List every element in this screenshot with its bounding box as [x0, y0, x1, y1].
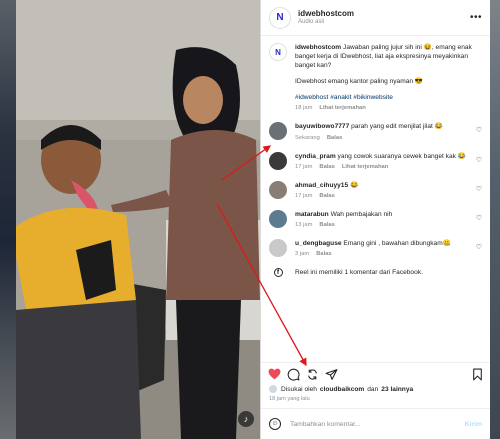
- reply-button[interactable]: Balas: [327, 135, 342, 141]
- reply-button[interactable]: Balas: [319, 164, 334, 170]
- like-comment-icon[interactable]: ♡: [476, 185, 482, 193]
- facebook-comments-note: f Reel ini memiliki 1 komentar dari Face…: [269, 267, 482, 277]
- emoji-icon[interactable]: ☺: [269, 418, 281, 430]
- facebook-icon: f: [273, 267, 283, 277]
- idwebhost-logo-icon: N: [276, 12, 284, 23]
- caption-hashtags[interactable]: #idwebhost #anakit #bikinwebsite: [295, 93, 482, 102]
- comment-body: ahmad_cihuyy15 😂 17 jam Balas: [295, 181, 482, 201]
- likes-joiner: dan: [367, 385, 379, 393]
- comment-meta: 17 jam Balas Lihat terjemahan: [295, 164, 482, 172]
- like-comment-icon[interactable]: ♡: [476, 214, 482, 222]
- comment-time[interactable]: 17 jam: [295, 164, 312, 170]
- add-comment-bar: ☺ Kirim: [261, 408, 490, 439]
- commenter-avatar[interactable]: [269, 151, 287, 170]
- comment-item: bayuwibowo7777 parah yang edit menjilat …: [269, 122, 482, 142]
- facebook-icon-wrap: f: [269, 267, 287, 277]
- comment-username[interactable]: u_dengbaguse: [295, 240, 342, 247]
- action-bar: [261, 362, 490, 384]
- comment-meta: Sekarang Balas: [295, 135, 482, 143]
- heart-icon[interactable]: [267, 367, 281, 381]
- caption-avatar[interactable]: N: [269, 43, 287, 61]
- share-icon[interactable]: [324, 367, 338, 381]
- idwebhost-logo-icon: N: [275, 47, 281, 57]
- video-frame: [16, 0, 260, 439]
- comment-body: matarabun Wah pembajakan nih 13 jam Balas: [295, 210, 482, 230]
- caption-username[interactable]: idwebhostcom: [295, 44, 341, 51]
- caption-body: idwebhostcom Jawaban paling jujur sih in…: [295, 43, 482, 113]
- audio-label[interactable]: Audio asli: [298, 19, 354, 26]
- comment-username[interactable]: cyndia_pram: [295, 153, 336, 160]
- likes-others-link[interactable]: 23 lainnya: [381, 386, 413, 393]
- reply-button[interactable]: Balas: [319, 193, 334, 199]
- comment-icon[interactable]: [286, 367, 300, 381]
- like-comment-icon[interactable]: ♡: [476, 156, 482, 164]
- comment-item: cyndia_pram yang cowok suaranya cewek ba…: [269, 151, 482, 172]
- repost-icon[interactable]: [305, 367, 319, 381]
- comment-time[interactable]: Sekarang: [295, 135, 320, 141]
- comment-text: 😂: [350, 181, 359, 189]
- caption: N idwebhostcom Jawaban paling jujur sih …: [269, 43, 482, 113]
- comment-text: parah yang edit menjilat jilat 😂: [351, 123, 443, 131]
- header-text: idwebhostcom Audio asli: [298, 9, 354, 25]
- more-options-button[interactable]: •••: [470, 12, 482, 23]
- comment-text: Wah pembajakan nih: [330, 210, 393, 218]
- comment-item: u_dengbaguse Emang gini , bawahan dibung…: [269, 238, 482, 259]
- comment-body: bayuwibowo7777 parah yang edit menjilat …: [295, 122, 482, 142]
- comment-body: cyndia_pram yang cowok suaranya cewek ba…: [295, 152, 482, 172]
- instagram-post-modal: ♪ N idwebhostcom Audio asli ••• N idwebh…: [0, 0, 500, 439]
- header-username[interactable]: idwebhostcom: [298, 9, 354, 18]
- account-avatar[interactable]: N: [269, 6, 291, 29]
- see-translation-link[interactable]: Lihat terjemahan: [342, 164, 388, 170]
- bookmark-icon[interactable]: [470, 367, 484, 381]
- comment-username[interactable]: ahmad_cihuyy15: [295, 182, 348, 189]
- comment-time[interactable]: 3 jam: [295, 251, 309, 257]
- comment-body: u_dengbaguse Emang gini , bawahan dibung…: [295, 239, 482, 259]
- post-header: N idwebhostcom Audio asli •••: [261, 0, 490, 36]
- comment-time[interactable]: 17 jam: [295, 193, 312, 199]
- comment-time[interactable]: 13 jam: [295, 222, 312, 228]
- reel-video[interactable]: ♪: [16, 0, 260, 439]
- reply-button[interactable]: Balas: [316, 251, 331, 257]
- comment-meta: 17 jam Balas: [295, 193, 482, 201]
- commenter-avatar[interactable]: [269, 180, 287, 199]
- liker-avatar: [269, 385, 277, 393]
- likes-summary: Disukai oleh cloudbaikcom dan 23 lainnya: [269, 385, 416, 393]
- liker-username[interactable]: cloudbaikcom: [320, 386, 364, 393]
- comment-text: yang cowok suaranya cewek banget kak 😂: [337, 152, 466, 160]
- comment-item: ahmad_cihuyy15 😂 17 jam Balas ♡: [269, 180, 482, 201]
- reply-button[interactable]: Balas: [319, 222, 334, 228]
- post-timestamp[interactable]: 18 jam yang lalu: [269, 396, 310, 402]
- backdrop-right: [490, 0, 500, 439]
- caption-time[interactable]: 18 jam: [295, 105, 312, 111]
- commenter-avatar[interactable]: [269, 238, 287, 257]
- post-sidebar: N idwebhostcom Audio asli ••• N idwebhos…: [260, 0, 490, 439]
- comment-meta: 3 jam Balas: [295, 251, 482, 259]
- commenter-avatar[interactable]: [269, 209, 287, 228]
- mute-toggle-icon[interactable]: ♪: [238, 411, 254, 427]
- see-translation-link[interactable]: Lihat terjemahan: [319, 105, 365, 111]
- comment-item: matarabun Wah pembajakan nih 13 jam Balas ♡: [269, 209, 482, 230]
- comment-meta: 13 jam Balas: [295, 222, 482, 230]
- comment-input[interactable]: [290, 420, 465, 428]
- comments-list[interactable]: N idwebhostcom Jawaban paling jujur sih …: [261, 37, 490, 357]
- backdrop-left: [0, 0, 16, 439]
- comment-username[interactable]: matarabun: [295, 211, 329, 218]
- commenter-avatar[interactable]: [269, 122, 287, 141]
- comment-username[interactable]: bayuwibowo7777: [295, 123, 349, 130]
- caption-meta: 18 jam Lihat terjemahan: [295, 105, 482, 113]
- facebook-note-text: Reel ini memiliki 1 komentar dari Facebo…: [295, 268, 423, 276]
- like-comment-icon[interactable]: ♡: [476, 126, 482, 134]
- post-comment-button[interactable]: Kirim: [465, 421, 482, 428]
- like-comment-icon[interactable]: ♡: [476, 243, 482, 251]
- caption-line-2: IDwebhost emang kantor paling nyaman 😎: [295, 78, 424, 86]
- likes-prefix: Disukai oleh: [281, 385, 317, 393]
- comment-text: Emang gini , bawahan dibungkam🤐: [343, 239, 451, 247]
